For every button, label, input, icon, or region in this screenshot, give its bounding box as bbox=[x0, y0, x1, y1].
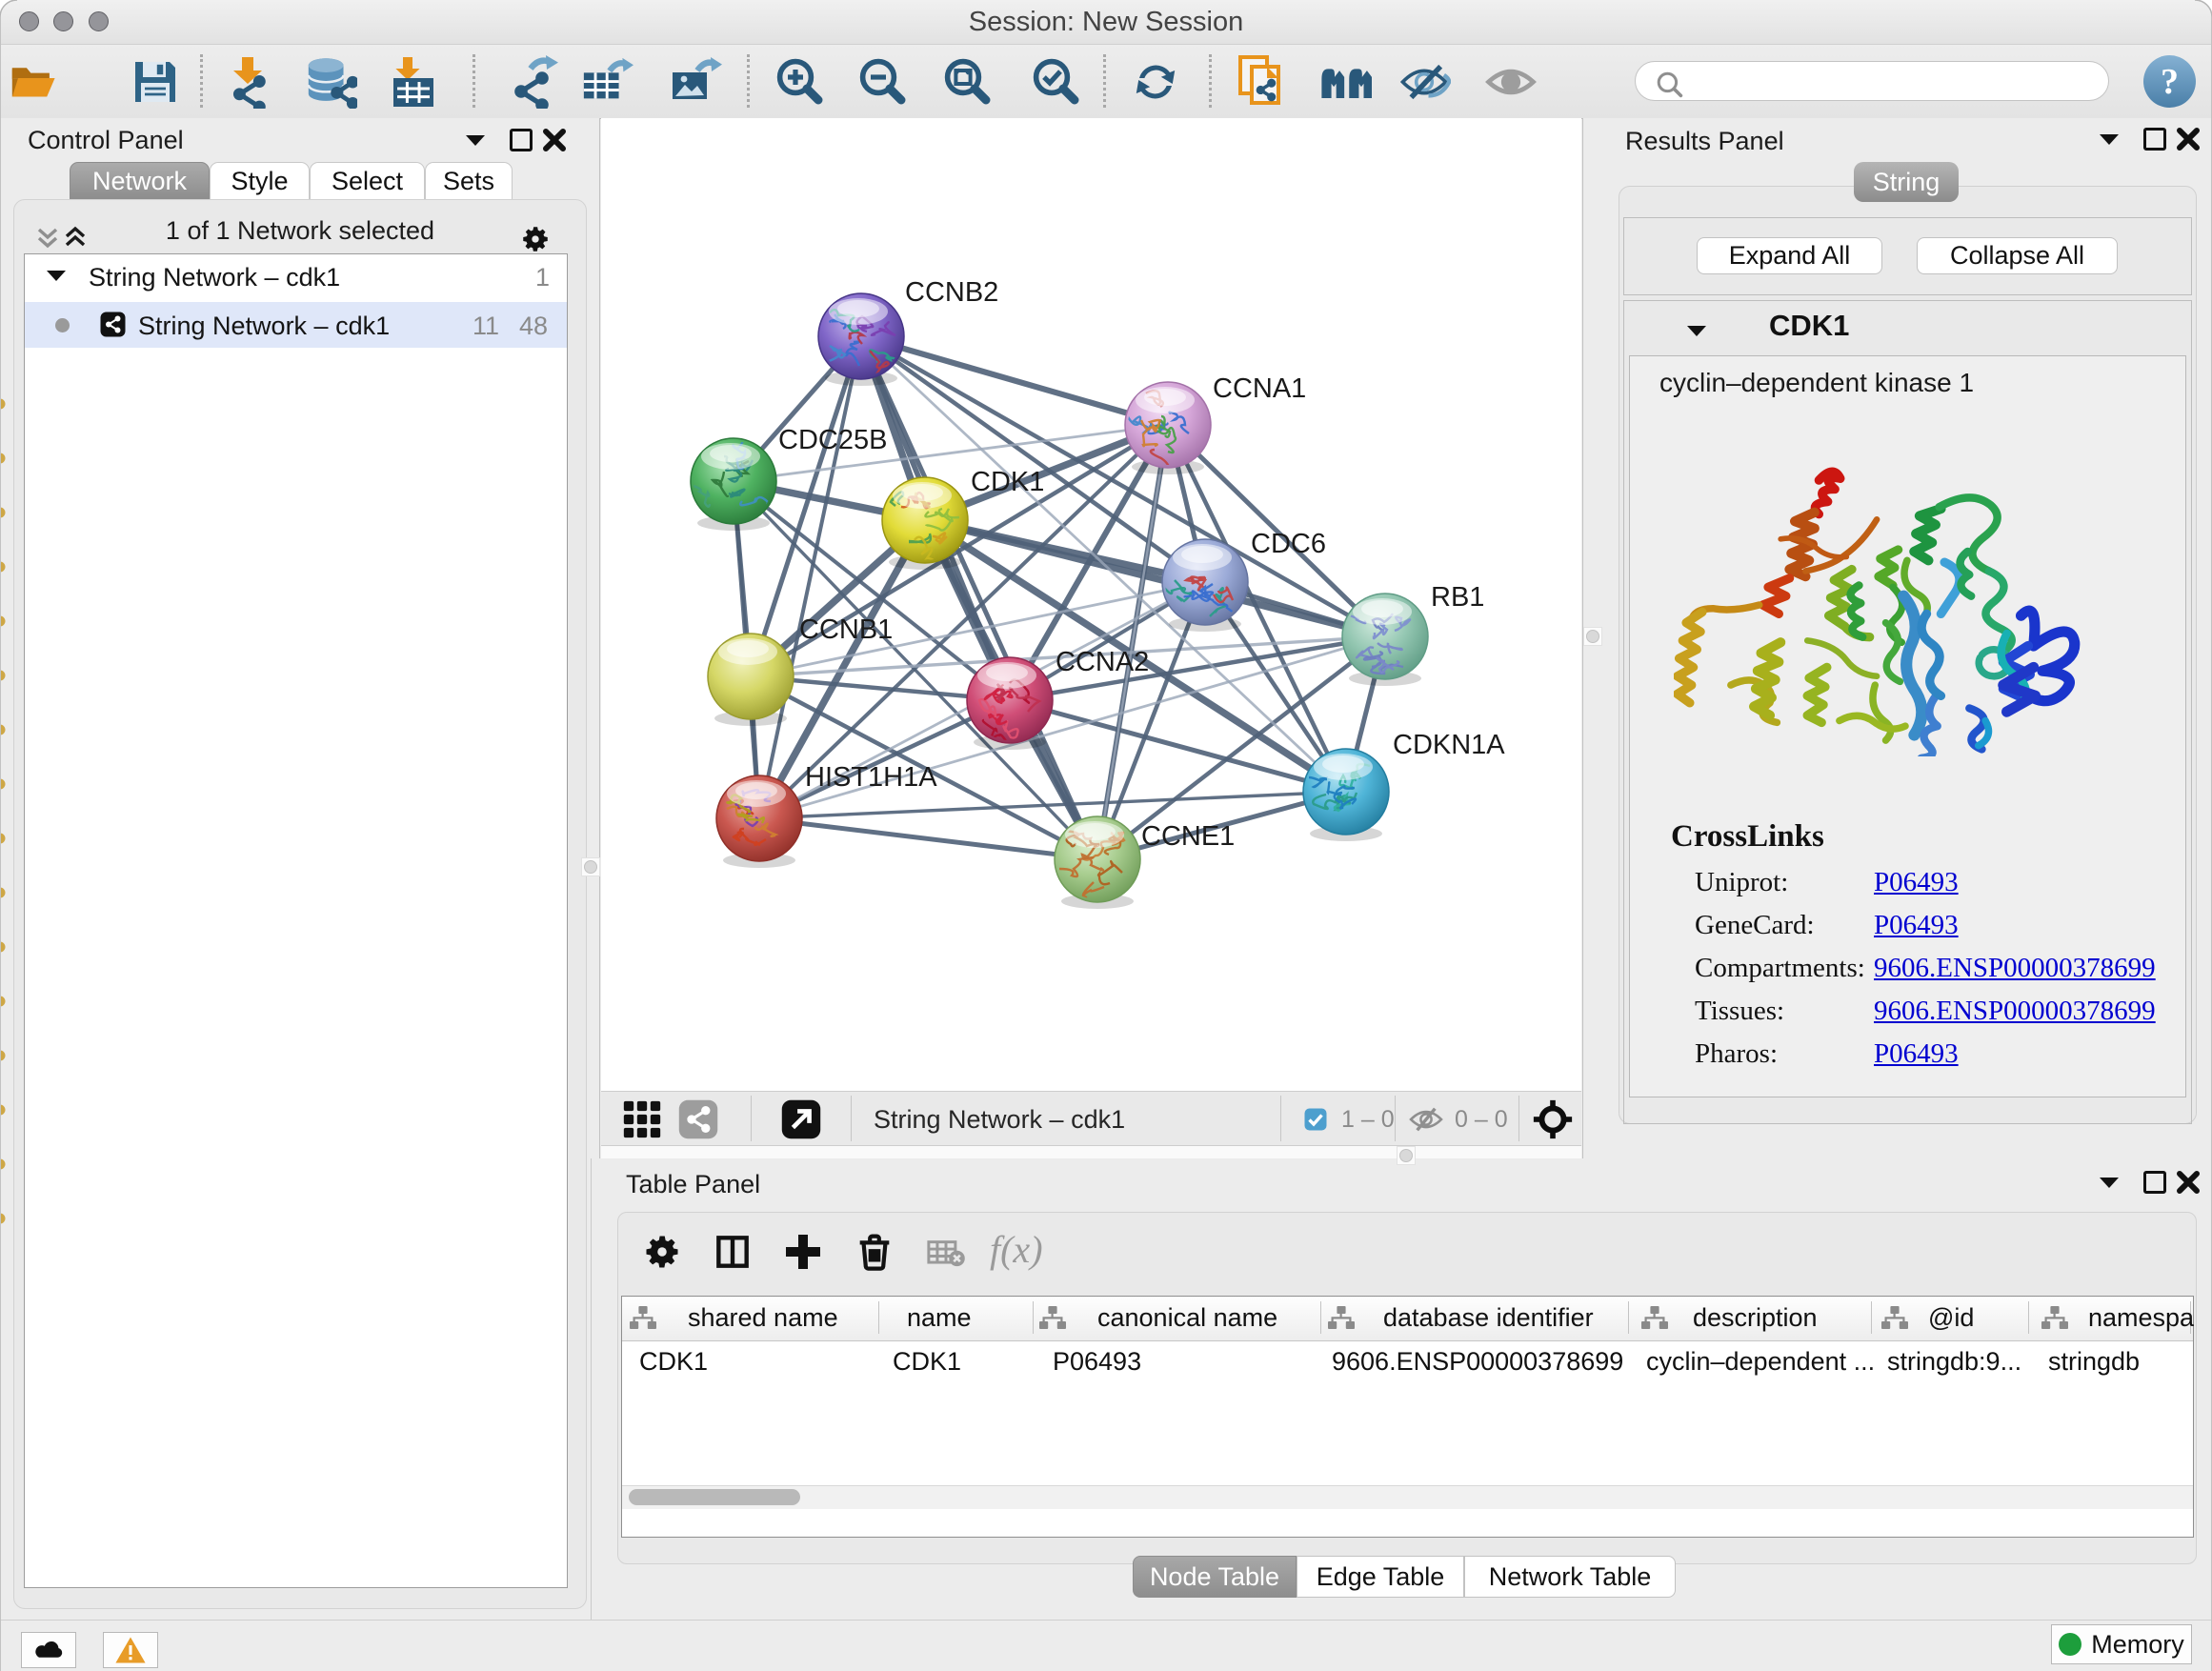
svg-text:CCNA1: CCNA1 bbox=[1213, 373, 1306, 404]
svg-text:CDC6: CDC6 bbox=[1251, 529, 1326, 559]
svg-text:HIST1H1A: HIST1H1A bbox=[805, 762, 937, 793]
svg-text:CCNA2: CCNA2 bbox=[1056, 647, 1149, 677]
svg-text:CDKN1A: CDKN1A bbox=[1393, 730, 1505, 760]
svg-text:CCNB1: CCNB1 bbox=[799, 614, 893, 645]
svg-text:CCNB2: CCNB2 bbox=[905, 277, 998, 308]
svg-text:CCNE1: CCNE1 bbox=[1141, 821, 1235, 852]
svg-text:RB1: RB1 bbox=[1431, 582, 1484, 613]
svg-text:CDC25B: CDC25B bbox=[778, 425, 887, 455]
svg-text:CDK1: CDK1 bbox=[971, 467, 1044, 497]
